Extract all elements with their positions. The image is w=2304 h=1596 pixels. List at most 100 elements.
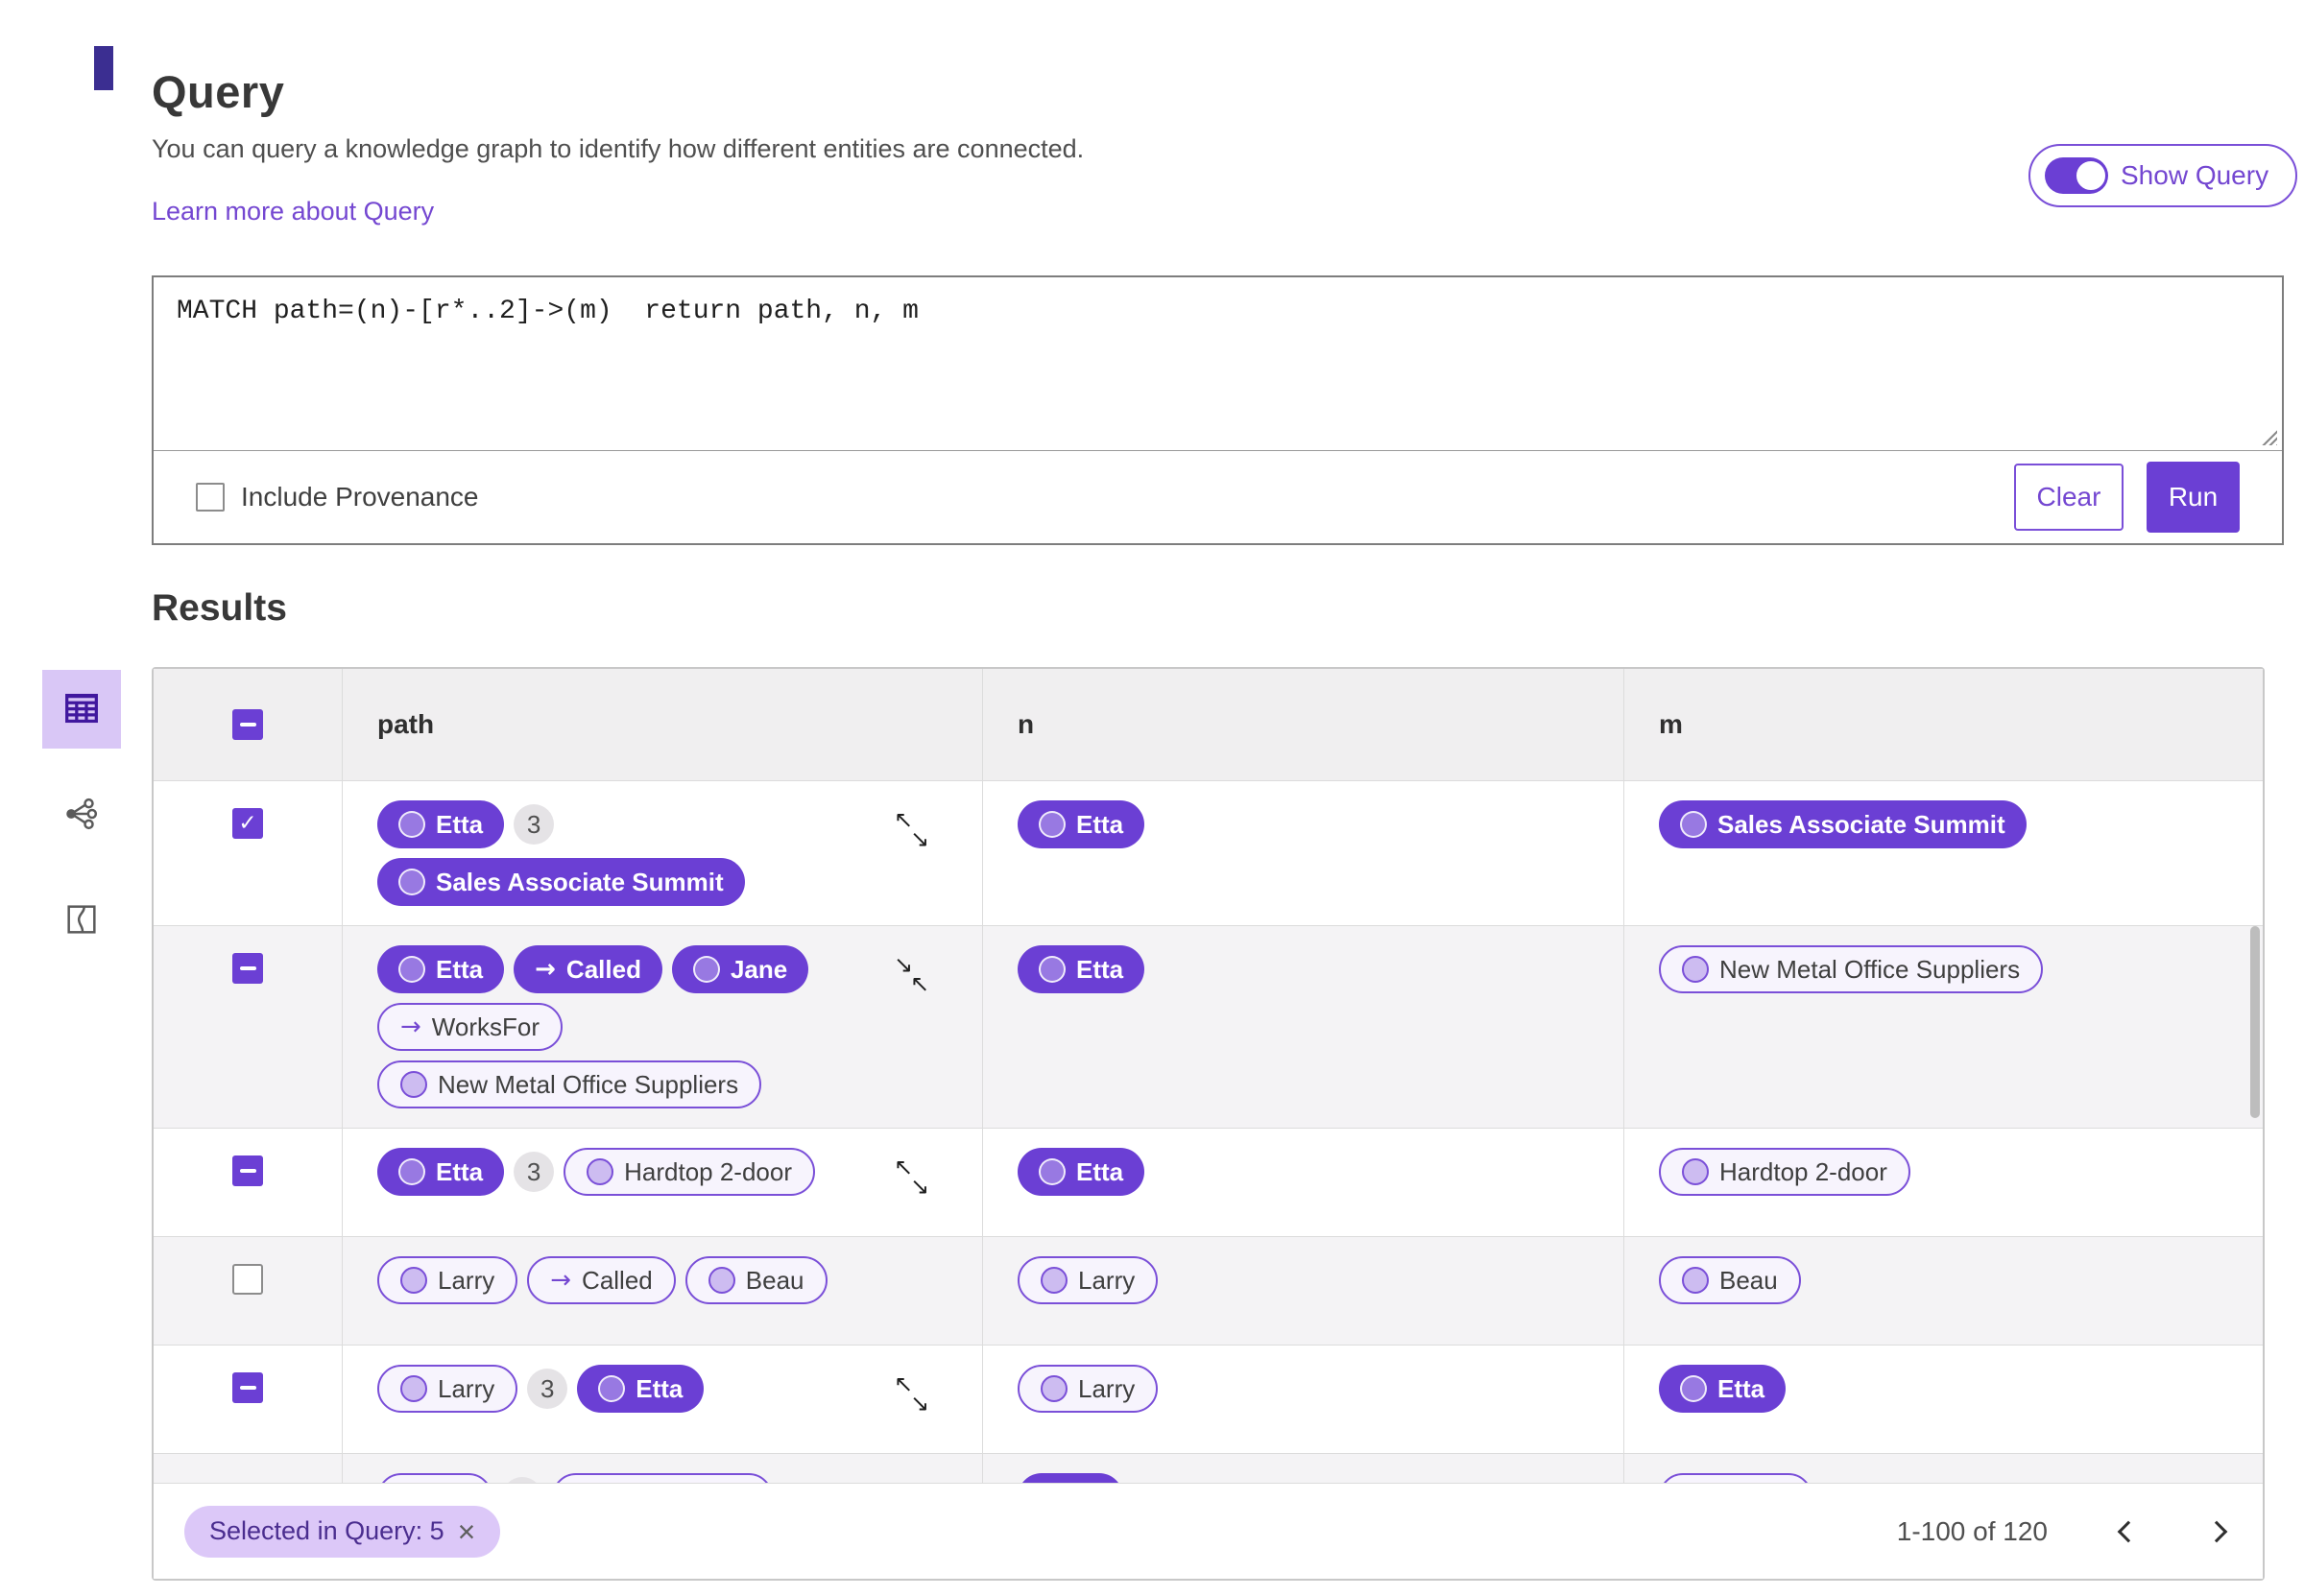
node-pill[interactable]: Larry	[377, 1365, 518, 1413]
node-circle-icon	[1682, 956, 1709, 983]
node-pill[interactable]: Hardtop 2-door	[1659, 1148, 1910, 1196]
run-button[interactable]: Run	[2147, 462, 2240, 533]
arrow-glyph: ↖	[910, 970, 930, 997]
selected-in-query-chip[interactable]: Selected in Query: 5 ×	[184, 1505, 501, 1558]
query-editor-panel: MATCH path=(n)-[r*..2]->(m) return path,…	[152, 275, 2284, 545]
node-pill[interactable]: Hardtop 2-door	[564, 1148, 816, 1196]
pill-label: Called	[565, 954, 641, 984]
pill-label: Larry	[438, 1265, 495, 1295]
resize-handle-icon[interactable]	[2261, 429, 2277, 445]
node-circle-icon	[1041, 1267, 1068, 1294]
expand-cell-icon[interactable]: ↖ ↘	[894, 1155, 936, 1200]
pill-line: Etta	[1018, 945, 1604, 993]
node-pill[interactable]: Etta	[377, 800, 505, 848]
pill-label: Larry	[1078, 1373, 1136, 1403]
results-panel: path n m ✓ Etta 3 Sales Associate Summit ↖ ↘ E…	[152, 667, 2265, 1581]
node-pill[interactable]	[377, 1473, 492, 1483]
collapse-cell-icon[interactable]: ↘ ↖	[894, 953, 936, 997]
pill-line: Larry	[1018, 1365, 1604, 1413]
node-pill[interactable]: Larry	[1018, 1365, 1159, 1413]
node-pill[interactable]: Sales Associate Summit	[1659, 800, 2027, 848]
pill-label: Sales Associate Summit	[436, 867, 724, 896]
pill-line: Larry 3 Etta	[377, 1365, 963, 1413]
clear-button[interactable]: Clear	[2014, 464, 2124, 531]
table-scrollbar[interactable]	[2250, 926, 2260, 1118]
node-pill[interactable]: Larry	[377, 1256, 518, 1304]
edge-arrow-icon: →	[535, 955, 556, 984]
checkbox-check-icon: ✓	[238, 810, 257, 836]
node-pill[interactable]: Etta	[1018, 1148, 1145, 1196]
next-page-button[interactable]	[2205, 1520, 2228, 1542]
screenshot-corner-artifact	[94, 46, 113, 90]
node-pill[interactable]: Etta	[1018, 945, 1145, 993]
row-checkbox-checked[interactable]: ✓	[232, 808, 263, 839]
edge-pill[interactable]: → WorksFor	[377, 1003, 563, 1051]
node-pill[interactable]	[1018, 1473, 1123, 1483]
query-input-text[interactable]: MATCH path=(n)-[r*..2]->(m) return path,…	[177, 297, 2259, 326]
include-provenance-checkbox[interactable]	[196, 483, 225, 512]
pill-label: Etta	[436, 954, 484, 984]
show-query-label: Show Query	[2121, 160, 2269, 190]
pill-label: Beau	[745, 1265, 804, 1295]
node-pill[interactable]: New Metal Office Suppliers	[377, 1060, 762, 1108]
row-checkbox-indeterminate[interactable]	[232, 1372, 263, 1403]
row-checkbox-indeterminate[interactable]	[232, 1155, 263, 1186]
expand-cell-icon[interactable]: ↖ ↘	[894, 808, 936, 852]
m-cell: New Metal Office Suppliers	[1624, 926, 2263, 1128]
table-view-button[interactable]	[42, 670, 121, 749]
column-header-n: n	[983, 669, 1624, 780]
node-pill[interactable]: Beau	[684, 1256, 828, 1304]
learn-more-link[interactable]: Learn more about Query	[152, 197, 434, 226]
node-pill[interactable]: Etta	[1018, 800, 1145, 848]
edge-pill[interactable]: → Called	[514, 945, 662, 993]
node-pill[interactable]: Jane	[671, 945, 809, 993]
hop-count-badge: 3	[527, 1369, 568, 1409]
pagination: 1-100 of 120	[1897, 1516, 2228, 1547]
node-pill[interactable]: Sales Associate Summit	[377, 858, 745, 906]
show-query-toggle-button[interactable]: Show Query	[2028, 144, 2298, 207]
node-pill[interactable]	[1659, 1473, 1812, 1483]
row-checkbox-cell	[154, 1129, 343, 1236]
row-checkbox-indeterminate[interactable]	[232, 953, 263, 984]
row-checkbox-cell	[154, 926, 343, 1128]
node-pill[interactable]: Beau	[1659, 1256, 1801, 1304]
node-pill[interactable]: Etta	[377, 945, 505, 993]
node-circle-icon	[1680, 1375, 1707, 1402]
node-circle-icon	[398, 811, 425, 838]
results-table: path n m ✓ Etta 3 Sales Associate Summit ↖ ↘ E…	[154, 669, 2263, 1483]
pill-line: Larry → Called Beau	[377, 1256, 963, 1304]
map-view-button[interactable]	[42, 881, 121, 960]
header-checkbox-cell	[154, 669, 343, 780]
pill-line	[377, 1473, 963, 1483]
pill-label: Sales Associate Summit	[1717, 809, 2005, 839]
pill-line: Etta 3 Hardtop 2-door	[377, 1148, 963, 1196]
node-pill[interactable]	[552, 1473, 773, 1483]
include-provenance-control[interactable]: Include Provenance	[196, 482, 479, 512]
node-pill[interactable]: New Metal Office Suppliers	[1659, 945, 2044, 993]
chip-close-icon[interactable]: ×	[458, 1516, 476, 1547]
checkbox-indeterminate-icon	[239, 966, 256, 970]
query-input-area[interactable]: MATCH path=(n)-[r*..2]->(m) return path,…	[154, 277, 2282, 451]
previous-page-button[interactable]	[2117, 1520, 2140, 1542]
table-view-icon	[60, 686, 104, 733]
m-cell: Hardtop 2-door	[1624, 1129, 2263, 1236]
results-table-body: ✓ Etta 3 Sales Associate Summit ↖ ↘ Etta Sales …	[154, 781, 2263, 1483]
node-pill[interactable]: Etta	[577, 1365, 705, 1413]
node-circle-icon	[398, 869, 425, 895]
node-circle-icon	[400, 1071, 427, 1098]
select-all-checkbox[interactable]	[232, 709, 263, 740]
row-checkbox-unchecked[interactable]	[232, 1264, 263, 1295]
pill-label: New Metal Office Suppliers	[1719, 954, 2021, 984]
node-circle-icon	[1039, 956, 1066, 983]
expand-cell-icon[interactable]: ↖ ↘	[894, 1372, 936, 1417]
toggle-switch-icon[interactable]	[2045, 157, 2108, 194]
node-pill[interactable]: Etta	[377, 1148, 505, 1196]
pill-label: Etta	[636, 1373, 684, 1403]
edge-pill[interactable]: → Called	[527, 1256, 676, 1304]
pill-label: Beau	[1719, 1265, 1778, 1295]
graph-view-button[interactable]	[42, 775, 121, 854]
pill-line: Etta	[1018, 1148, 1604, 1196]
node-pill[interactable]: Etta	[1659, 1365, 1787, 1413]
node-pill[interactable]: Larry	[1018, 1256, 1159, 1304]
checkbox-indeterminate-icon	[239, 1386, 256, 1390]
